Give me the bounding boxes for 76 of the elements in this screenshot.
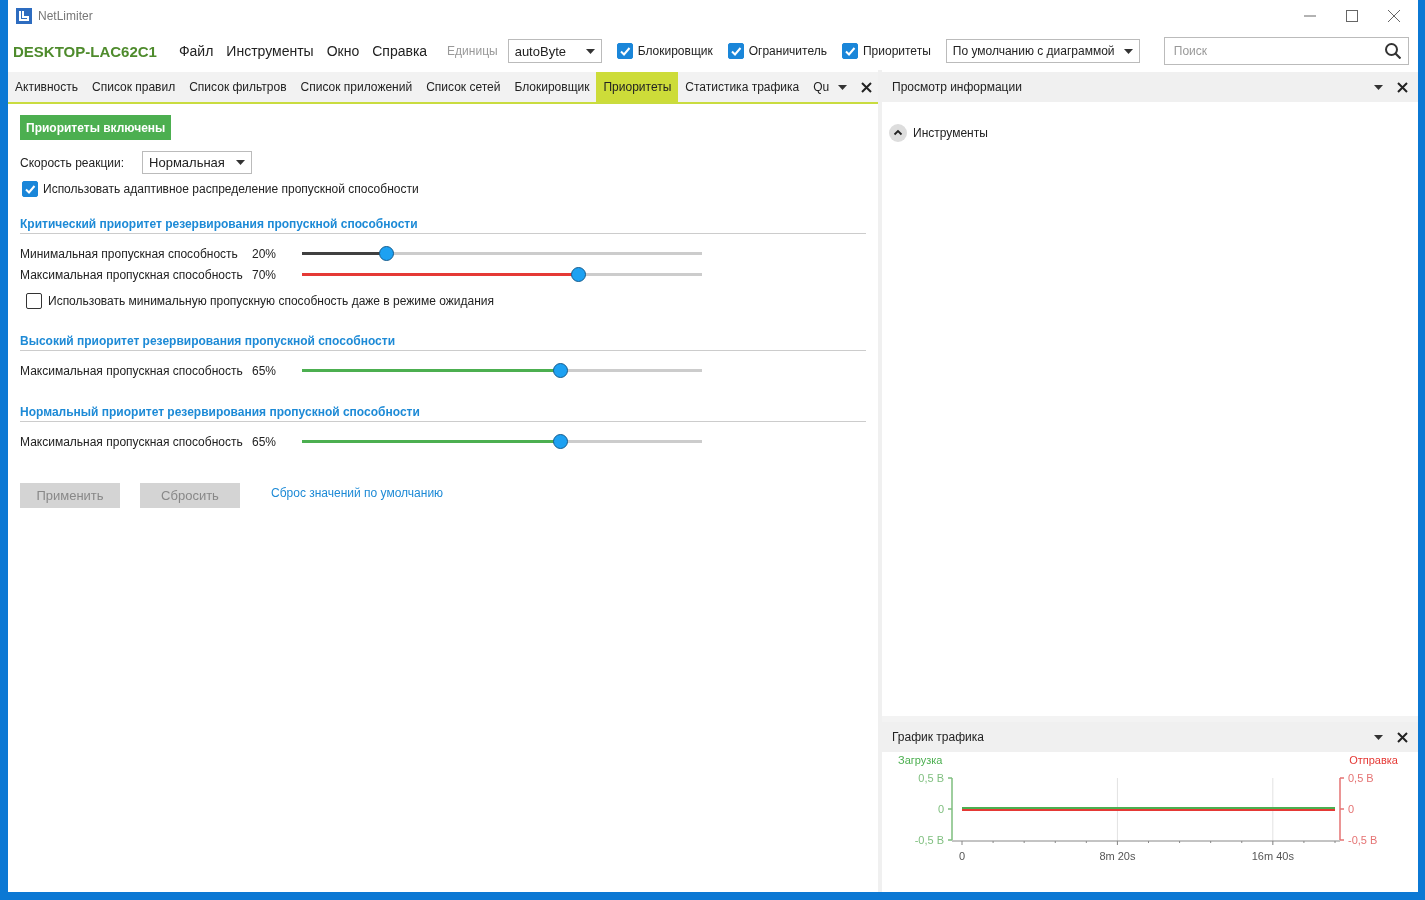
tab[interactable]: Список сетей	[419, 72, 508, 102]
caret-icon	[585, 48, 595, 54]
slider-value: 70%	[252, 267, 278, 282]
panel-menu-caret-icon[interactable]	[1374, 734, 1383, 740]
checkbox[interactable]	[616, 43, 633, 59]
slider-thumb[interactable]	[571, 267, 586, 282]
units-dropdown[interactable]: autoByte	[507, 39, 602, 63]
slider-thumb[interactable]	[553, 363, 568, 378]
reset-defaults-link[interactable]: Сброс значений по умолчанию	[271, 485, 444, 500]
checkbox[interactable]	[841, 43, 858, 59]
tab-list-caret-icon[interactable]	[838, 84, 848, 90]
view-dropdown[interactable]: По умолчанию с диаграммой	[945, 39, 1140, 63]
left-axis	[947, 777, 953, 841]
y-tick-label: 0,5 B	[918, 772, 944, 784]
section-heading: Высокий приоритет резервирования пропускной способности	[20, 334, 866, 351]
close-icon[interactable]	[1397, 731, 1408, 743]
caret-icon	[1123, 48, 1133, 54]
section-label[interactable]: Инструменты	[913, 126, 988, 140]
checkbox[interactable]	[22, 181, 38, 197]
tab[interactable]: Статистика трафика	[678, 72, 807, 102]
panel-title: График трафика	[892, 730, 985, 744]
panel-title: Просмотр информации	[892, 80, 1023, 94]
section-heading: Критический приоритет резервирования пропускной способности	[20, 217, 866, 234]
slider-value: 20%	[252, 246, 278, 261]
checkbox-label: Использовать адаптивное распределение пропускной способности	[43, 182, 419, 196]
checkbox-label: Ограничитель	[748, 44, 827, 58]
close-icon[interactable]	[861, 81, 873, 93]
x-tick-label: 16m 40s	[1251, 850, 1294, 862]
slider-value: 65%	[252, 363, 278, 378]
search-field[interactable]: Поиск	[1163, 37, 1409, 65]
y-tick-label: -0,5 B	[914, 834, 944, 846]
right-axis	[1339, 777, 1345, 841]
y-tick-label: 0,5 B	[1348, 772, 1374, 784]
search-icon[interactable]	[1384, 43, 1401, 59]
axis-label: Загрузка	[898, 754, 943, 766]
reaction-dropdown[interactable]: Нормальная	[142, 151, 253, 174]
slider-thumb[interactable]	[379, 246, 394, 261]
tab[interactable]: Список правил	[85, 72, 183, 102]
window-title: NetLimiter	[38, 9, 94, 23]
tab[interactable]: Список приложений	[293, 72, 420, 102]
units-label: Единицы	[447, 44, 498, 58]
reaction-label: Скорость реакции:	[20, 155, 125, 170]
x-tick-label: 0	[958, 850, 966, 862]
section-heading: Нормальный приоритет резервирования пропускной способности	[20, 405, 866, 422]
panel-menu-caret-icon[interactable]	[1374, 84, 1383, 90]
tab[interactable]: Активность	[8, 72, 85, 102]
menu-item[interactable]: Файл	[178, 43, 214, 59]
slider-label: Максимальная пропускная способность	[20, 434, 244, 449]
tab[interactable]: Qu	[806, 72, 837, 102]
tab[interactable]: Блокировщик	[507, 72, 597, 102]
computer-name: DESKTOP-LAC62C1	[13, 42, 157, 60]
slider-label: Максимальная пропускная способность	[20, 363, 244, 378]
axis-label: Отправка	[1349, 754, 1398, 766]
slider-thumb[interactable]	[553, 434, 568, 449]
y-tick-label: 0	[937, 803, 944, 815]
checkbox-label: Приоритеты	[862, 44, 931, 58]
menu-item[interactable]: Справка	[372, 43, 428, 59]
tab[interactable]: Приоритеты	[596, 72, 679, 102]
app-logo-icon	[16, 7, 32, 24]
checkbox-label: Использовать минимальную пропускную способность даже в режиме ожидания	[48, 294, 495, 308]
maximize-icon[interactable]	[1346, 10, 1358, 22]
checkbox[interactable]	[727, 43, 744, 59]
slider-label: Минимальная пропускная способность	[20, 246, 239, 261]
checkbox[interactable]	[26, 293, 42, 309]
caret-icon	[236, 160, 246, 165]
tab[interactable]: Список фильтров	[182, 72, 294, 102]
slider-value: 65%	[252, 434, 278, 449]
collapse-icon[interactable]	[889, 124, 907, 142]
slider-label: Максимальная пропускная способность	[20, 267, 244, 282]
y-tick-label: -0,5 B	[1348, 834, 1378, 846]
menu-item[interactable]: Окно	[326, 43, 360, 59]
close-icon[interactable]	[1397, 81, 1408, 93]
x-tick-label: 8m 20s	[1099, 850, 1136, 862]
menu-item[interactable]: Инструменты	[226, 43, 314, 59]
y-tick-label: 0	[1348, 803, 1355, 815]
checkbox-label: Блокировщик	[637, 44, 713, 58]
